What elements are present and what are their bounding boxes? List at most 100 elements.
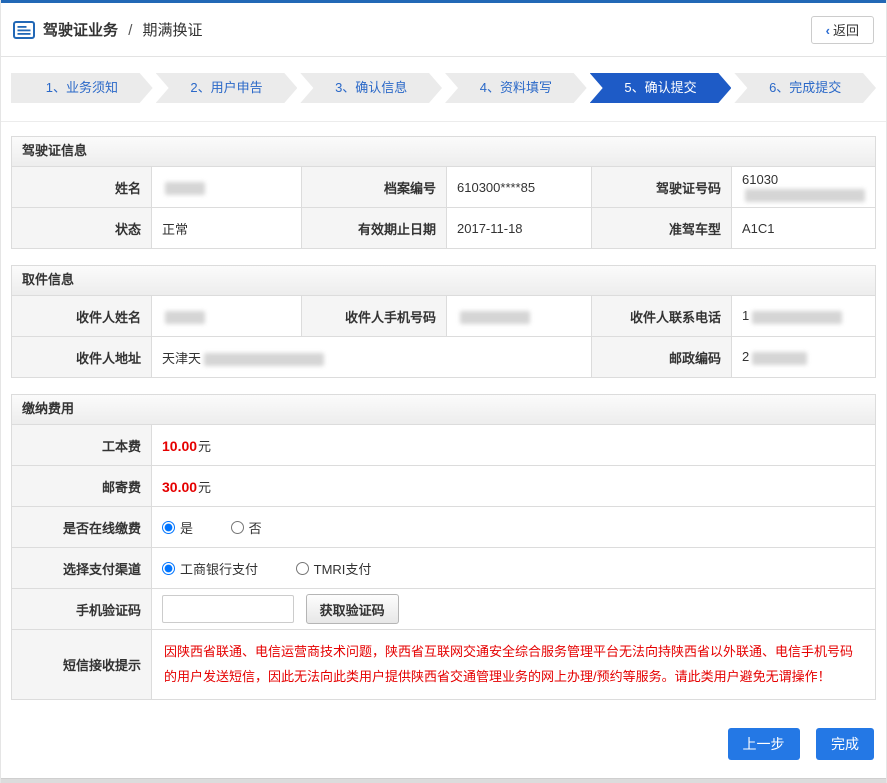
pay-channel-options: 工商银行支付 TMRI支付	[151, 547, 876, 589]
section-license-title: 驾驶证信息	[11, 136, 876, 166]
online-pay-yes-option[interactable]: 是	[162, 518, 193, 537]
online-pay-label: 是否在线缴费	[11, 506, 152, 548]
redacted-recipient-address	[204, 352, 325, 366]
redacted-recipient-phone	[752, 310, 843, 324]
sms-notice-label: 短信接收提示	[11, 628, 152, 701]
sms-notice-text: 因陕西省联通、电信运营商技术问题，陕西省互联网交通安全综合服务管理平台无法向持陕…	[164, 644, 854, 684]
work-fee-amount: 10.00	[162, 437, 198, 454]
license-number-value: 61030	[731, 166, 876, 208]
section-pickup-info: 取件信息 收件人姓名 收件人手机号码 收件人联系电话 1 收件人地址 天津天 邮…	[11, 265, 876, 378]
work-fee-unit: 元	[198, 438, 212, 454]
table-row: 收件人地址 天津天 邮政编码 2	[11, 336, 876, 378]
step-3-confirm-info[interactable]: 3、确认信息	[300, 73, 442, 103]
table-row: 收件人姓名 收件人手机号码 收件人联系电话 1	[11, 295, 876, 337]
step-arrows: 1、业务须知 2、用户申告 3、确认信息 4、资料填写 5、确认提交 6、完成提…	[11, 73, 876, 103]
status-value: 正常	[151, 207, 302, 249]
recipient-phone-label: 收件人联系电话	[591, 295, 732, 337]
sms-code-cell: 获取验证码	[151, 588, 876, 630]
work-fee-label: 工本费	[11, 424, 152, 466]
redacted-recipient-name	[165, 310, 205, 324]
mail-fee-label: 邮寄费	[11, 465, 152, 507]
bottom-divider	[1, 778, 886, 783]
redacted-name	[165, 181, 205, 195]
vehicle-class-label: 准驾车型	[591, 207, 732, 249]
recipient-mobile-label: 收件人手机号码	[301, 295, 447, 337]
online-pay-options: 是 否	[151, 506, 876, 548]
previous-step-button[interactable]: 上一步	[727, 728, 800, 761]
step-4-fill-data[interactable]: 4、资料填写	[445, 73, 587, 103]
channel-tmri-label: TMRI支付	[313, 561, 372, 577]
license-number-label: 驾驶证号码	[591, 166, 732, 208]
sms-notice-cell: 因陕西省联通、电信运营商技术问题，陕西省互联网交通安全综合服务管理平台无法向持陕…	[151, 628, 876, 701]
license-info-table: 姓名 档案编号 610300****85 驾驶证号码 61030 状态 正常 有…	[11, 166, 876, 249]
step-2-user-declaration[interactable]: 2、用户申告	[156, 73, 298, 103]
postal-code-value: 2	[731, 336, 876, 378]
mail-fee-value: 30.00元	[151, 465, 876, 507]
section-payment-title: 缴纳费用	[11, 394, 876, 424]
redacted-postal-code	[752, 351, 808, 365]
step-navigation: 1、业务须知 2、用户申告 3、确认信息 4、资料填写 5、确认提交 6、完成提…	[1, 57, 886, 122]
name-value	[151, 166, 302, 208]
pickup-info-table: 收件人姓名 收件人手机号码 收件人联系电话 1 收件人地址 天津天 邮政编码 2	[11, 295, 876, 378]
table-row: 状态 正常 有效期止日期 2017-11-18 准驾车型 A1C1	[11, 207, 876, 249]
expiry-date-label: 有效期止日期	[301, 207, 447, 249]
finish-button[interactable]: 完成	[816, 728, 874, 761]
postal-code-label: 邮政编码	[591, 336, 732, 378]
channel-icbc-option[interactable]: 工商银行支付	[162, 559, 258, 578]
form-document-icon	[13, 20, 35, 39]
file-number-label: 档案编号	[301, 166, 447, 208]
recipient-name-label: 收件人姓名	[11, 295, 152, 337]
recipient-address-label: 收件人地址	[11, 336, 152, 378]
sms-code-label: 手机验证码	[11, 588, 152, 630]
channel-icbc-radio[interactable]	[162, 561, 175, 575]
payment-table: 工本费 10.00元 邮寄费 30.00元 是否在线缴费 是 否 选择支付渠道 …	[11, 424, 876, 701]
step-6-complete-submit[interactable]: 6、完成提交	[734, 73, 876, 103]
table-row: 邮寄费 30.00元	[11, 465, 876, 507]
expiry-date-value: 2017-11-18	[446, 207, 592, 249]
get-sms-code-button[interactable]: 获取验证码	[305, 594, 399, 624]
redacted-license-number	[745, 189, 865, 203]
recipient-mobile-value	[446, 295, 592, 337]
online-pay-no-option[interactable]: 否	[230, 518, 262, 537]
section-payment: 缴纳费用 工本费 10.00元 邮寄费 30.00元 是否在线缴费 是 否 选择…	[11, 394, 876, 701]
channel-tmri-option[interactable]: TMRI支付	[295, 559, 372, 578]
page-header: 驾驶证业务 / 期满换证 ‹ 返回	[1, 3, 886, 57]
step-5-confirm-submit[interactable]: 5、确认提交	[590, 73, 732, 103]
section-license-info: 驾驶证信息 姓名 档案编号 610300****85 驾驶证号码 61030 状…	[11, 136, 876, 249]
page-title-subpage: 期满换证	[142, 22, 203, 39]
channel-tmri-radio[interactable]	[295, 561, 309, 575]
file-number-value: 610300****85	[446, 166, 592, 208]
table-row: 选择支付渠道 工商银行支付 TMRI支付	[11, 547, 876, 589]
page-title: 驾驶证业务 / 期满换证	[43, 19, 203, 40]
mail-fee-unit: 元	[198, 479, 212, 495]
online-pay-no-label: 否	[248, 520, 262, 536]
page: 驾驶证业务 / 期满换证 ‹ 返回 1、业务须知 2、用户申告 3、确认信息 4、…	[0, 0, 887, 783]
work-fee-value: 10.00元	[151, 424, 876, 466]
table-row: 姓名 档案编号 610300****85 驾驶证号码 61030	[11, 166, 876, 208]
channel-icbc-label: 工商银行支付	[180, 561, 259, 577]
back-button[interactable]: ‹ 返回	[810, 15, 874, 44]
table-row: 短信接收提示 因陕西省联通、电信运营商技术问题，陕西省互联网交通安全综合服务管理…	[11, 628, 876, 701]
sms-code-input[interactable]	[162, 595, 294, 623]
page-title-business: 驾驶证业务	[43, 22, 119, 39]
online-pay-no-radio[interactable]	[230, 520, 244, 534]
recipient-name-value	[151, 295, 302, 337]
online-pay-yes-radio[interactable]	[162, 520, 175, 534]
back-button-label: 返回	[832, 23, 859, 38]
section-pickup-title: 取件信息	[11, 265, 876, 295]
redacted-recipient-mobile	[460, 310, 530, 324]
name-label: 姓名	[11, 166, 152, 208]
recipient-phone-value: 1	[731, 295, 876, 337]
mail-fee-amount: 30.00	[162, 478, 198, 495]
online-pay-yes-label: 是	[180, 520, 194, 536]
step-1-business-notice[interactable]: 1、业务须知	[11, 73, 153, 103]
table-row: 工本费 10.00元	[11, 424, 876, 466]
pay-channel-label: 选择支付渠道	[11, 547, 152, 589]
table-row: 手机验证码 获取验证码	[11, 588, 876, 630]
back-chevron-icon: ‹	[825, 23, 830, 38]
page-title-separator: /	[128, 22, 133, 39]
footer-actions: 上一步 完成	[1, 716, 886, 778]
header-title-group: 驾驶证业务 / 期满换证	[13, 19, 203, 40]
recipient-address-value: 天津天	[151, 336, 592, 378]
status-label: 状态	[11, 207, 152, 249]
